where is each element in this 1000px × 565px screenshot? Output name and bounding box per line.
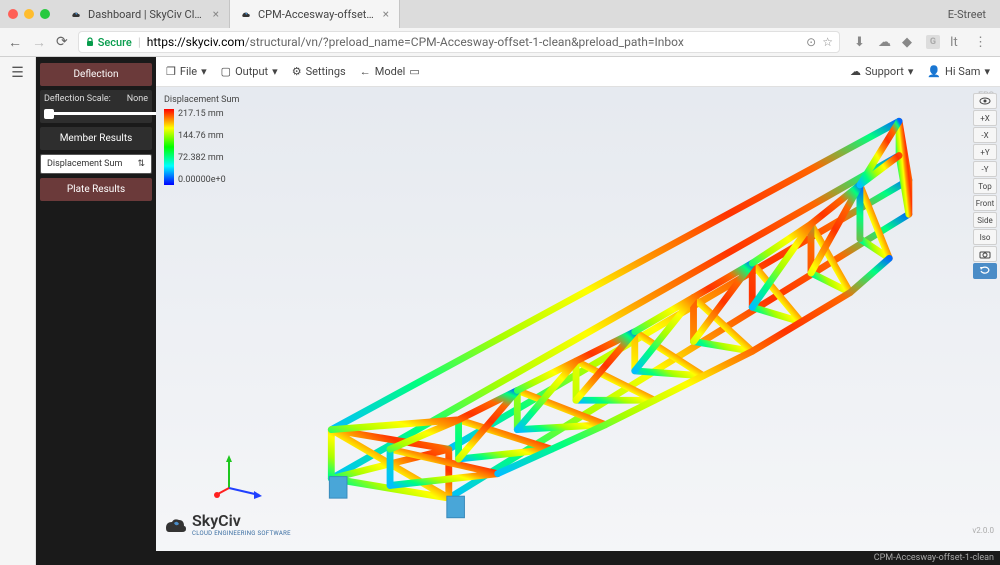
url-text: https://skyciv.com/structural/vn/?preloa… — [147, 35, 800, 49]
user-icon: 👤 — [927, 65, 941, 78]
maximize-dot[interactable] — [40, 9, 50, 19]
search-icon[interactable]: ⊙ — [806, 35, 816, 49]
chevron-down-icon: ▾ — [201, 65, 207, 78]
viewport[interactable]: FPS Displacement Sum 217.15 mm 144.76 mm… — [156, 87, 1000, 551]
ext-it-label[interactable]: It — [950, 35, 964, 49]
ext-fire-icon[interactable]: ◆ — [902, 35, 916, 49]
vc-px[interactable]: +X — [973, 110, 997, 126]
vc-my[interactable]: -Y — [973, 161, 997, 177]
result-type-select[interactable]: Displacement Sum ⇅ — [40, 154, 152, 174]
cloud-icon — [162, 514, 188, 534]
view-controls: +X -X +Y -Y Top Front Side Iso — [973, 93, 997, 279]
close-icon[interactable]: × — [383, 7, 389, 21]
chevron-down-icon: ▾ — [984, 65, 990, 78]
ext-cloud-icon[interactable]: ☁ — [878, 35, 892, 49]
plate-results-button[interactable]: Plate Results — [40, 178, 152, 201]
left-panel: Deflection Deflection Scale: None ▶ Memb… — [36, 57, 156, 565]
main-area: ❐File▾ ▢Output▾ ⚙Settings ←Model▭ ☁Suppo… — [156, 57, 1000, 565]
vc-front[interactable]: Front — [973, 195, 997, 211]
hamburger-icon[interactable]: ☰ — [11, 65, 24, 81]
vc-mx[interactable]: -X — [973, 127, 997, 143]
file-menu[interactable]: ❐File▾ — [166, 65, 207, 78]
model-menu[interactable]: ←Model▭ — [360, 65, 420, 78]
vc-camera[interactable] — [973, 246, 997, 262]
vc-iso[interactable]: Iso — [973, 229, 997, 245]
hamburger-col: ☰ — [0, 57, 36, 565]
skyciv-favicon — [240, 8, 252, 20]
file-icon: ❐ — [166, 65, 176, 78]
truss-model — [156, 87, 1000, 551]
eye-icon — [979, 97, 991, 105]
scale-slider[interactable] — [44, 112, 173, 115]
ext-g-icon[interactable]: G — [926, 35, 940, 49]
star-icon[interactable]: ☆ — [822, 35, 833, 49]
vc-eye[interactable] — [973, 93, 997, 109]
tab-row: Dashboard | SkyCiv Cloud Eng × CPM-Acces… — [0, 0, 1000, 28]
tab-dashboard[interactable]: Dashboard | SkyCiv Cloud Eng × — [60, 0, 230, 28]
topbar: ❐File▾ ▢Output▾ ⚙Settings ←Model▭ ☁Suppo… — [156, 57, 1000, 87]
browser-chrome: Dashboard | SkyCiv Cloud Eng × CPM-Acces… — [0, 0, 1000, 57]
skyciv-logo: SkyCiv CLOUD ENGINEERING SOFTWARE — [162, 511, 291, 537]
profile-label[interactable]: E-Street — [948, 8, 992, 21]
axes-triad — [214, 453, 264, 503]
app: ☰ Deflection Deflection Scale: None ▶ Me… — [0, 57, 1000, 565]
logo-text: SkyCiv — [192, 511, 291, 530]
status-bar: CPM-Accesway-offset-1-clean — [156, 551, 1000, 565]
user-menu[interactable]: 👤Hi Sam▾ — [927, 65, 990, 78]
chevron-down-icon: ▾ — [272, 65, 278, 78]
forward-icon[interactable]: → — [32, 34, 46, 51]
lock-icon — [85, 37, 95, 47]
deflection-scale-box: Deflection Scale: None ▶ — [40, 90, 152, 123]
monitor-icon: ▢ — [221, 65, 231, 78]
select-arrows-icon: ⇅ — [137, 159, 145, 169]
member-results-button[interactable]: Member Results — [40, 127, 152, 150]
close-dot[interactable] — [8, 9, 18, 19]
vc-py[interactable]: +Y — [973, 144, 997, 160]
address-bar[interactable]: Secure | https://skyciv.com/structural/v… — [78, 31, 840, 53]
tab-label: Dashboard | SkyCiv Cloud Eng — [88, 8, 207, 21]
address-row: ← → ⟳ Secure | https://skyciv.com/struct… — [0, 28, 1000, 56]
vc-top[interactable]: Top — [973, 178, 997, 194]
tab-cpm[interactable]: CPM-Accesway-offset-1-clean × — [230, 0, 400, 28]
window-dots — [8, 9, 50, 19]
ext-download-icon[interactable]: ⬇ — [854, 35, 868, 49]
scale-value: None — [127, 94, 148, 104]
vc-rotate[interactable] — [973, 263, 997, 279]
version-label: v2.0.0 — [972, 526, 994, 535]
select-value: Displacement Sum — [47, 159, 122, 169]
extensions: ⬇ ☁ ◆ G It ⋮ — [850, 35, 992, 49]
deflection-button[interactable]: Deflection — [40, 63, 152, 86]
scale-label: Deflection Scale: — [44, 94, 111, 104]
secure-label: Secure — [98, 36, 132, 49]
close-icon[interactable]: × — [213, 7, 219, 21]
skyciv-favicon — [70, 8, 82, 20]
status-file: CPM-Accesway-offset-1-clean — [874, 553, 994, 563]
output-menu[interactable]: ▢Output▾ — [221, 65, 278, 78]
back-icon[interactable]: ← — [8, 34, 22, 51]
tab-label: CPM-Accesway-offset-1-clean — [258, 8, 377, 21]
support-menu[interactable]: ☁Support▾ — [850, 65, 913, 78]
chevron-down-icon: ▾ — [908, 65, 914, 78]
rotate-icon — [979, 266, 991, 276]
vc-side[interactable]: Side — [973, 212, 997, 228]
minimize-dot[interactable] — [24, 9, 34, 19]
chat-icon: ☁ — [850, 65, 861, 78]
reload-icon[interactable]: ⟳ — [56, 34, 68, 50]
model-icon: ▭ — [409, 65, 419, 78]
secure-badge: Secure — [85, 36, 132, 49]
settings-menu[interactable]: ⚙Settings — [292, 65, 346, 78]
camera-icon — [979, 250, 991, 259]
gear-icon: ⚙ — [292, 65, 302, 78]
arrow-left-icon: ← — [360, 65, 371, 78]
menu-icon[interactable]: ⋮ — [974, 35, 988, 49]
logo-tag: CLOUD ENGINEERING SOFTWARE — [192, 530, 291, 537]
